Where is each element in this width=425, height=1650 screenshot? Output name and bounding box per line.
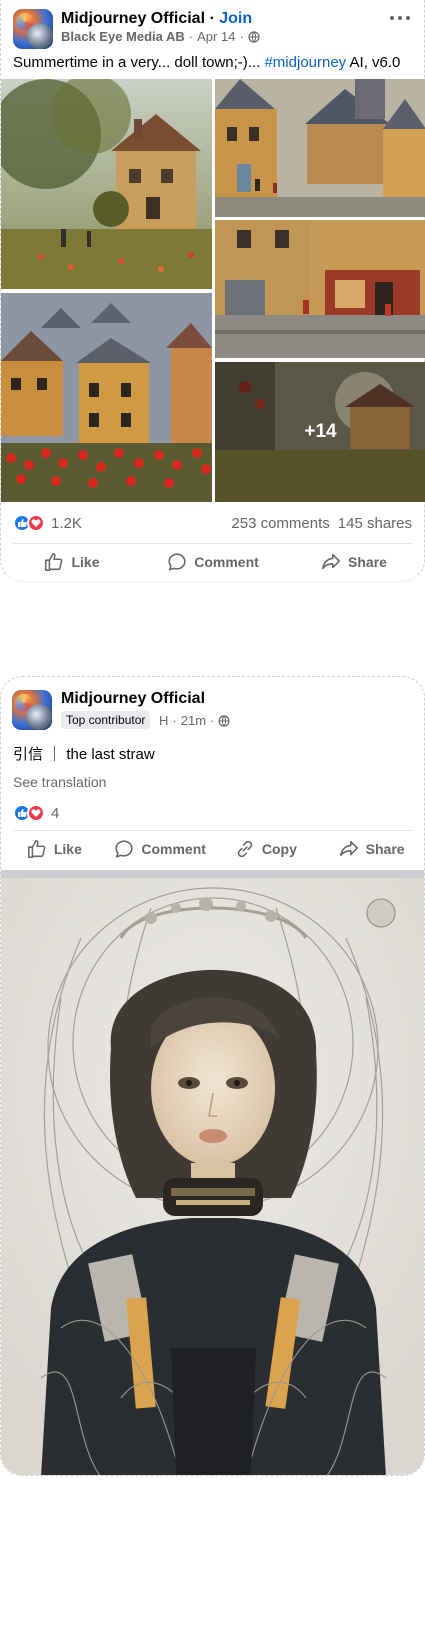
post-card-doll-town: Midjourney Official · Join Black Eye Med…	[0, 0, 425, 582]
photo-2-image	[215, 79, 425, 217]
caption-tail: AI, v6.0	[346, 54, 401, 71]
photo-4[interactable]	[1, 293, 212, 502]
more-photos-overlay[interactable]: +14	[215, 362, 425, 502]
photo-3-image	[215, 220, 425, 358]
comment-button[interactable]: Comment	[107, 838, 213, 860]
shares-count-link[interactable]: 145 shares	[338, 515, 412, 532]
caption-text: Summertime in a very... doll town;-)...	[13, 54, 265, 71]
post-caption: Summertime in a very... doll town;-)... …	[13, 54, 400, 71]
post-actions-bar: Like Comment Copy Share	[1, 829, 424, 869]
photo-1[interactable]	[1, 79, 212, 289]
meta-initial: H	[159, 713, 169, 728]
photo-2[interactable]	[215, 79, 425, 217]
share-arrow-icon	[339, 840, 358, 857]
page-name-link[interactable]: Midjourney Official	[61, 690, 205, 708]
globe-icon	[248, 30, 260, 43]
photo-1-image	[1, 79, 212, 289]
section-separator	[1, 870, 424, 878]
page-name-header: Midjourney Official · Join	[61, 10, 252, 28]
post-date[interactable]: Apr 14	[197, 29, 235, 44]
reaction-stats: 4	[13, 802, 412, 824]
dot-separator: ·	[172, 713, 177, 728]
copy-button[interactable]: Copy	[213, 838, 319, 860]
photo-5-more[interactable]: +14	[215, 362, 425, 502]
post-time[interactable]: 21m	[181, 713, 206, 728]
join-link[interactable]: Join	[219, 10, 252, 27]
page-avatar[interactable]	[13, 9, 53, 49]
hashtag-link[interactable]: #midjourney	[264, 54, 346, 71]
love-reaction-icon	[27, 514, 45, 532]
share-label: Share	[365, 841, 405, 857]
globe-icon	[218, 714, 230, 727]
thumbs-up-icon	[27, 839, 46, 859]
page-name-link[interactable]: Midjourney Official	[61, 10, 205, 27]
thumbs-up-icon	[45, 552, 63, 572]
reaction-count: 4	[51, 804, 60, 822]
like-button[interactable]: Like	[1, 551, 142, 573]
comment-label: Comment	[141, 841, 206, 857]
more-options-button[interactable]	[390, 12, 410, 24]
see-translation-link[interactable]: See translation	[13, 774, 106, 790]
more-horizontal-icon	[390, 16, 394, 20]
dot-separator: ·	[188, 29, 194, 44]
post-subline: Black Eye Media AB · Apr 14 ·	[61, 29, 260, 44]
comment-bubble-icon	[115, 840, 133, 858]
separator-dot: ·	[209, 10, 215, 27]
comment-button[interactable]: Comment	[142, 551, 283, 573]
reaction-icons[interactable]: 1.2K	[13, 514, 82, 532]
page-avatar[interactable]	[12, 690, 52, 730]
reaction-count: 1.2K	[51, 514, 82, 532]
author-name[interactable]: Black Eye Media AB	[61, 29, 185, 44]
link-icon	[237, 840, 253, 858]
share-label: Share	[348, 554, 387, 570]
comment-label: Comment	[194, 554, 259, 570]
like-label: Like	[71, 554, 100, 570]
reaction-icons[interactable]: 4	[13, 804, 59, 822]
post-meta: H · 21m ·	[159, 713, 230, 728]
love-reaction-icon	[27, 804, 45, 822]
photo-4-image	[1, 293, 212, 502]
dot-separator: ·	[239, 29, 244, 44]
post-card-last-straw: Midjourney Official Top contributor H · …	[0, 676, 425, 1476]
top-contributor-badge[interactable]: Top contributor	[61, 711, 151, 729]
comment-bubble-icon	[168, 553, 186, 571]
comments-count-link[interactable]: 253 comments	[231, 515, 329, 532]
share-arrow-icon	[322, 553, 341, 570]
dot-separator: ·	[210, 713, 215, 728]
share-button[interactable]: Share	[283, 551, 424, 573]
reaction-stats: 1.2K 253 comments 145 shares	[13, 512, 412, 534]
post-caption: 引信 ｜ the last straw	[13, 746, 155, 763]
post-main-image[interactable]	[1, 878, 424, 1475]
cyborg-girl-illustration	[1, 878, 424, 1475]
like-label: Like	[53, 841, 82, 857]
share-button[interactable]: Share	[318, 838, 424, 860]
post-actions-bar: Like Comment Share	[1, 542, 424, 582]
copy-label: Copy	[261, 841, 297, 857]
photo-3[interactable]	[215, 220, 425, 358]
like-button[interactable]: Like	[1, 838, 107, 860]
